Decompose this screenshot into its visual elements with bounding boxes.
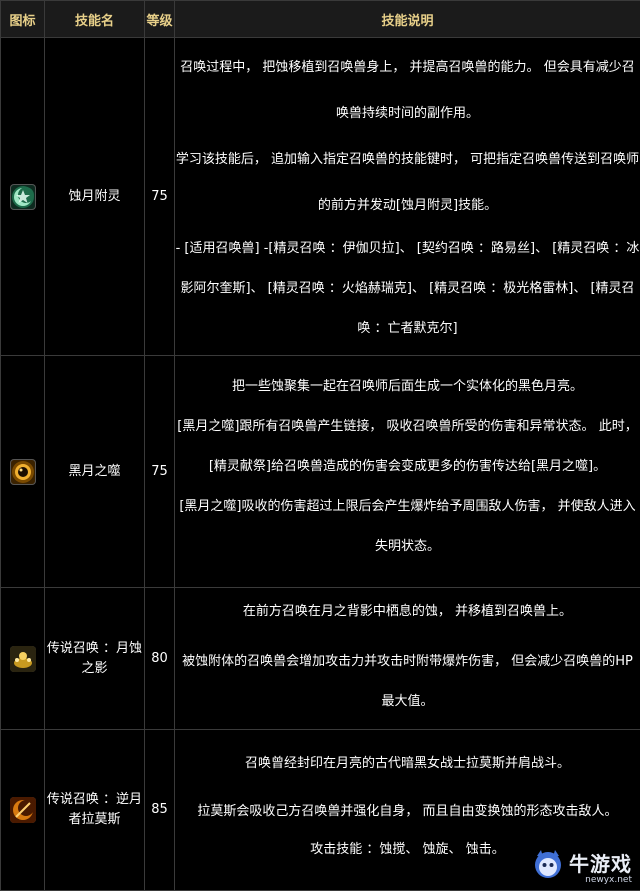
moon-star-icon — [9, 183, 36, 210]
skill-description: 召唤过程中， 把蚀移植到召唤兽身上， 并提高召唤兽的能力。 但会具有减少召唤兽持… — [174, 37, 640, 356]
icon-cell — [0, 587, 45, 730]
reverse-moon-icon — [9, 797, 36, 823]
watermark-text: 牛游戏 newyx.net — [569, 848, 632, 885]
desc-paragraph: 在前方召唤在月之背影中栖息的蚀， 并移植到召唤兽上。 — [242, 603, 573, 619]
skill-table: 图标 技能名 等级 技能说明 蚀月附灵 75 召唤过程中， 把蚀移植到召唤兽身上… — [0, 0, 640, 891]
desc-paragraph: 被蚀附体的召唤兽会增加攻击力并攻击时附带爆炸伤害， 但会减少召唤兽的HP 最大值… — [182, 653, 633, 709]
skill-level: 75 — [144, 355, 175, 588]
skill-level: 85 — [144, 729, 175, 891]
skill-description: 把一些蚀聚集一起在召唤师后面生成一个实体化的黑色月亮。 [黑月之噬]跟所有召唤兽… — [174, 355, 640, 588]
skill-name: 传说召唤 ：逆月者拉莫斯 — [44, 729, 145, 891]
skill-level: 75 — [144, 37, 175, 356]
icon-cell — [0, 729, 45, 891]
table-row: 黑月之噬 75 把一些蚀聚集一起在召唤师后面生成一个实体化的黑色月亮。 [黑月之… — [0, 355, 640, 588]
mascot-logo-icon — [531, 847, 565, 885]
icon-cell — [0, 37, 45, 356]
skill-name: 蚀月附灵 — [44, 37, 145, 356]
desc-paragraph: 把一些蚀聚集一起在召唤师后面生成一个实体化的黑色月亮。 — [231, 378, 583, 394]
header-name: 技能名 — [44, 0, 145, 38]
skill-description: 在前方召唤在月之背影中栖息的蚀， 并移植到召唤兽上。 被蚀附体的召唤兽会增加攻击… — [174, 587, 640, 730]
desc-paragraph: 召唤曾经封印在月亮的古代暗黑女战士拉莫斯并肩战斗。 — [244, 756, 570, 771]
desc-paragraph: [黑月之噬]吸收的伤害超过上限后会产生爆炸给予周围敌人伤害， 并使敌人进入失明状… — [179, 498, 636, 554]
desc-paragraph: 召唤过程中， 把蚀移植到召唤兽身上， 并提高召唤兽的能力。 但会具有减少召唤兽持… — [180, 59, 635, 121]
table-row: 传说召唤 ：月蚀之影 80 在前方召唤在月之背影中栖息的蚀， 并移植到召唤兽上。… — [0, 587, 640, 730]
skill-level: 80 — [144, 587, 175, 730]
desc-paragraph: [黑月之噬]跟所有召唤兽产生链接， 吸收召唤兽所受的伤害和异常状态。 此时， [… — [177, 418, 638, 474]
desc-paragraph: 拉莫斯会吸收己方召唤兽并强化自身， 而且自由变换蚀的形态攻击敌人。 — [197, 804, 618, 819]
icon-cell — [0, 355, 45, 588]
dark-moon-icon — [9, 458, 36, 485]
header-level: 等级 — [144, 0, 175, 38]
watermark: 牛游戏 newyx.net — [531, 847, 632, 885]
shadow-eclipse-icon — [9, 645, 36, 672]
header-icon: 图标 — [0, 0, 45, 38]
table-row: 蚀月附灵 75 召唤过程中， 把蚀移植到召唤兽身上， 并提高召唤兽的能力。 但会… — [0, 37, 640, 356]
skill-name: 黑月之噬 — [44, 355, 145, 588]
header-desc: 技能说明 — [174, 0, 640, 38]
watermark-title: 牛游戏 — [569, 851, 632, 876]
desc-paragraph: - [适用召唤兽] -[精灵召唤 ：伊伽贝拉]、 [契约召唤 ：路易丝]、 [精… — [175, 240, 640, 336]
table-header-row: 图标 技能名 等级 技能说明 — [0, 0, 640, 38]
skill-name: 传说召唤 ：月蚀之影 — [44, 587, 145, 730]
desc-paragraph: 学习该技能后， 追加输入指定召唤兽的技能键时， 可把指定召唤兽传送到召唤师的前方… — [175, 151, 640, 213]
